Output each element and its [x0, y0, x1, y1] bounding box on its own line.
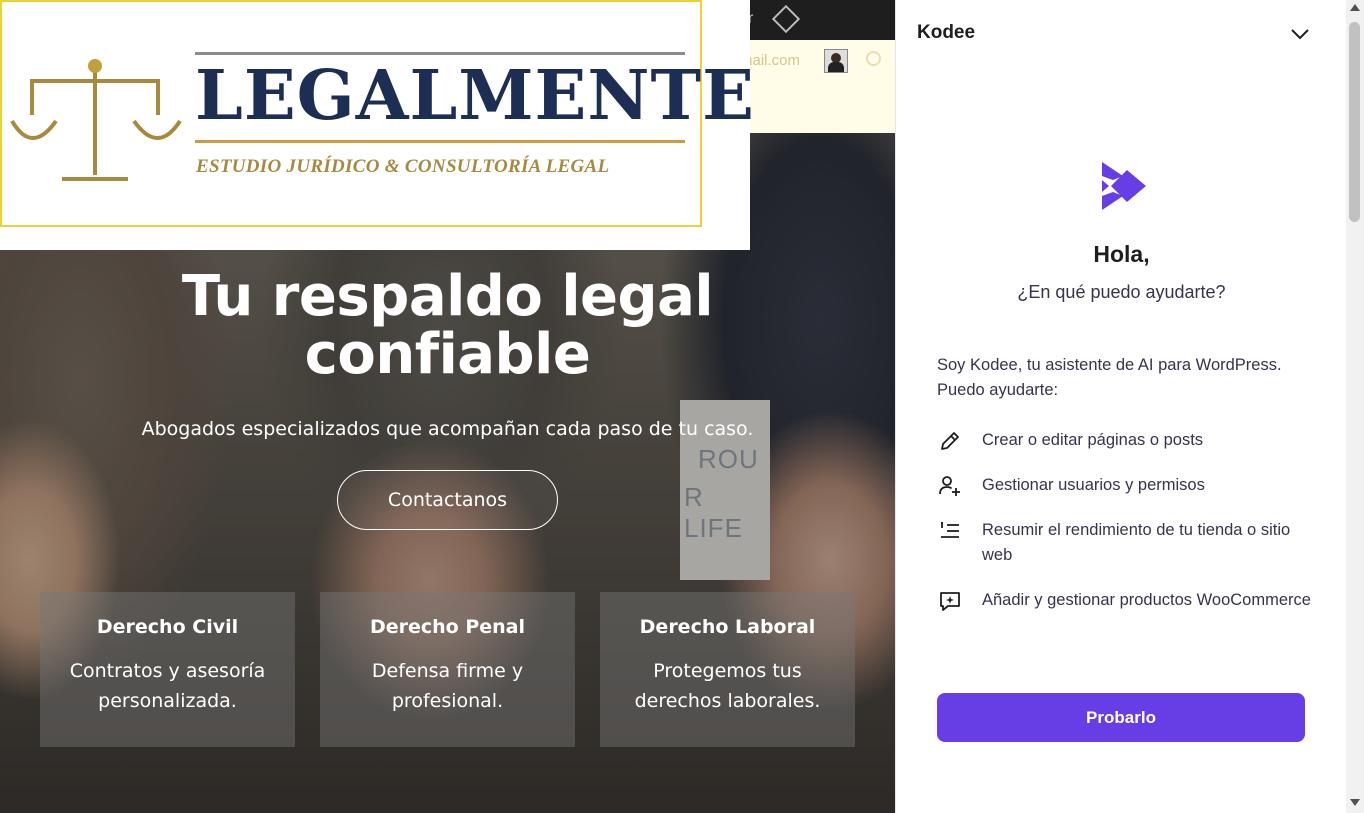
card-title: Derecho Laboral	[639, 616, 816, 638]
user-add-icon	[939, 476, 960, 496]
hero-title: Tu respaldo legal confiable	[181, 264, 714, 387]
chevron-down-icon[interactable]	[1288, 22, 1312, 46]
feature-text: Gestionar usuarios y permisos	[982, 476, 1205, 494]
help-question: ¿En qué puedo ayudarte?	[1017, 282, 1226, 302]
hero-subtitle: Abogados especializados que acompañan ca…	[141, 418, 754, 440]
avatar[interactable]	[824, 49, 848, 73]
scrollbar-thumb[interactable]	[1349, 22, 1360, 222]
chat-sparkle-icon	[940, 592, 960, 611]
website-preview: ROU R LIFE r mail.com LEGALMENTE ESTUDIO…	[0, 0, 895, 813]
feature-text: Añadir y gestionar productos WooCommerce	[982, 591, 1311, 609]
contact-button[interactable]: Contactanos	[337, 470, 558, 530]
card-text: Protegemos tus derechos laborales.	[634, 660, 821, 712]
pencil-icon	[941, 432, 959, 450]
service-card[interactable]: Derecho Civil Contratos y asesoría perso…	[40, 592, 295, 747]
logo-rule	[195, 52, 685, 55]
card-title: Derecho Civil	[96, 616, 239, 638]
card-title: Derecho Penal	[369, 616, 526, 638]
service-card[interactable]: Derecho Laboral Protegemos tus derechos …	[600, 592, 855, 747]
service-card[interactable]: Derecho Penal Defensa firme y profesiona…	[320, 592, 575, 747]
greeting: Hola,	[1093, 241, 1150, 267]
logo-subtitle: ESTUDIO JURÍDICO & CONSULTORÍA LEGAL	[196, 156, 610, 177]
kodee-logo-icon	[1102, 162, 1146, 210]
feature-text: Resumir el rendimiento de tu tienda o si…	[982, 521, 1291, 564]
panel-title: Kodee	[917, 22, 976, 43]
diamond-icon[interactable]	[771, 4, 801, 34]
intro-text: Soy Kodee, tu asistente de AI para WordP…	[937, 356, 1282, 399]
scroll-up-arrow-icon[interactable]	[1350, 4, 1360, 11]
logo-title: LEGALMENTE	[195, 56, 755, 136]
scrollbar[interactable]	[1346, 0, 1364, 813]
search-icon[interactable]	[866, 51, 881, 66]
card-text: Contratos y asesoría personalizada.	[69, 660, 266, 712]
list-icon	[941, 522, 959, 538]
scroll-down-arrow-icon[interactable]	[1350, 799, 1360, 806]
kodee-assistant-panel: Kodee Hola, ¿En qué puedo ayudarte? Soy …	[895, 0, 1346, 813]
logo-rule	[195, 140, 685, 143]
scales-of-justice-icon	[10, 59, 182, 181]
site-logo[interactable]: LEGALMENTE ESTUDIO JURÍDICO & CONSULTORÍ…	[0, 0, 754, 250]
try-button[interactable]: Probarlo	[937, 693, 1305, 742]
feature-text: Crear o editar páginas o posts	[982, 431, 1204, 449]
card-text: Defensa firme y profesional.	[371, 660, 524, 712]
